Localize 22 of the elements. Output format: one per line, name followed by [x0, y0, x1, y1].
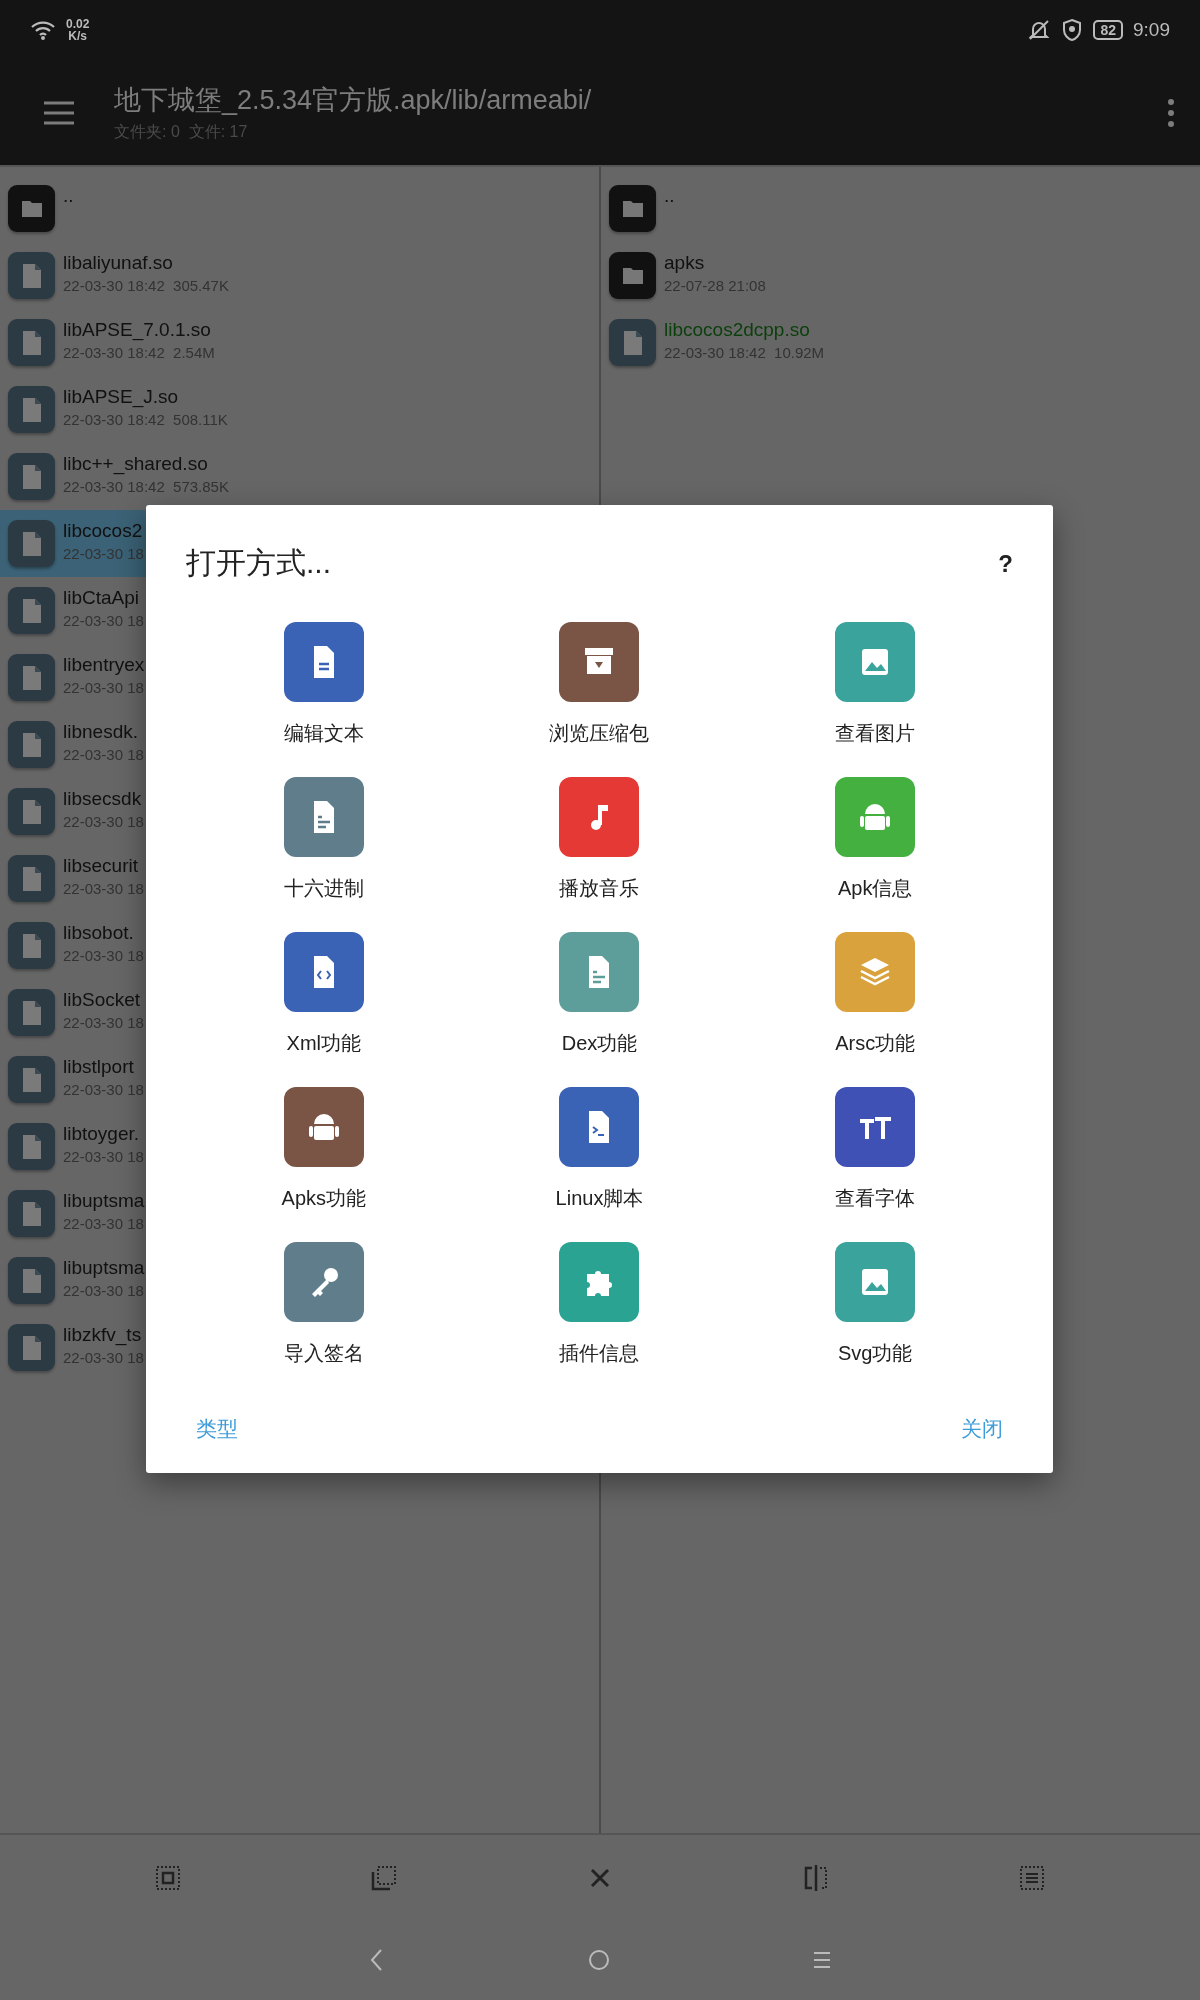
- option-label: 播放音乐: [558, 876, 641, 901]
- option-label: 编辑文本: [282, 721, 365, 746]
- option-label: 查看字体: [834, 1186, 917, 1211]
- option-label: Dex功能: [560, 1031, 639, 1056]
- file-meta: 22-03-30 18: [63, 545, 144, 562]
- option-label: Svg功能: [836, 1341, 914, 1366]
- option-label: Apks功能: [280, 1186, 368, 1211]
- clock: 9:09: [1133, 19, 1170, 41]
- option-label: 浏览压缩包: [548, 721, 651, 746]
- option-label: Apk信息: [836, 876, 914, 901]
- option-label: Linux脚本: [554, 1186, 645, 1211]
- option-label: Xml功能: [285, 1031, 363, 1056]
- net-speed: 0.02: [66, 18, 90, 30]
- path-title: 地下城堡_2.5.34官方版.apk/lib/armeabi/: [114, 84, 593, 117]
- option-label: 导入签名: [282, 1341, 365, 1366]
- option-label: 插件信息: [558, 1341, 641, 1366]
- net-unit: K/s: [68, 30, 87, 42]
- option-label: Arsc功能: [834, 1031, 917, 1056]
- dialog-title: 打开方式...: [186, 545, 331, 581]
- option-label: 十六进制: [282, 876, 365, 901]
- battery-level: 82: [1093, 20, 1123, 40]
- option-label: 查看图片: [834, 721, 917, 746]
